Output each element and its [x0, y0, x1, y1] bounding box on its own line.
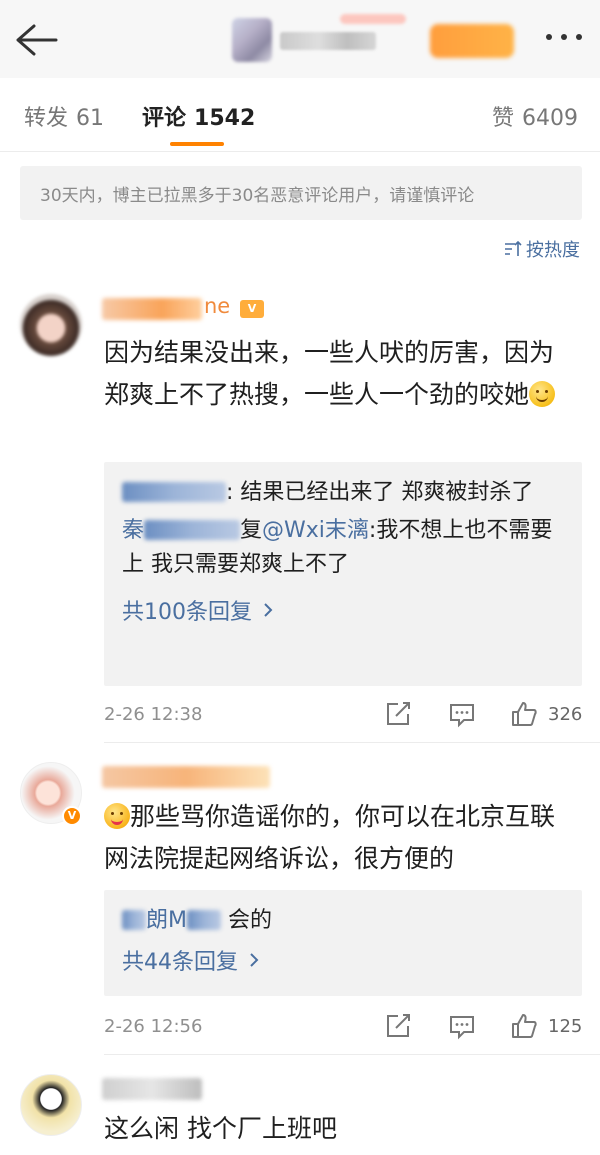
username-visible-part[interactable]: ne [204, 294, 230, 318]
comment-time: 2-26 12:38 [104, 704, 203, 725]
vip-badge: V [240, 300, 264, 318]
comment-text: 这么闲 找个厂上班吧 [104, 1108, 574, 1150]
reply-icon[interactable] [448, 1012, 476, 1040]
reply-text: 结果已经出来了 郑爽被封杀了 [240, 480, 534, 505]
comment-meta: 2-26 12:56 125 [104, 1012, 582, 1042]
tab-count: 1542 [194, 106, 256, 131]
reply-username-visible[interactable]: 朗M [146, 908, 187, 933]
comment-notice: 30天内，博主已拉黑多于30名恶意评论用户，请谨慎评论 [20, 166, 582, 220]
tab-label: 赞 [492, 106, 515, 131]
reply-mention-link[interactable]: @Wxi末漓 [262, 518, 369, 543]
reply-username[interactable] [122, 910, 146, 930]
reply-colon: : [226, 480, 234, 505]
sort-button[interactable]: 按热度 [503, 236, 580, 262]
repost-icon[interactable] [384, 1012, 412, 1040]
yum-emoji-icon [104, 803, 130, 829]
tab-count: 6409 [522, 106, 579, 131]
ellipsis-icon[interactable] [544, 34, 584, 44]
tab-likes[interactable]: 赞 6409 [492, 100, 578, 132]
active-tab-indicator [170, 142, 224, 146]
comment-meta: 2-26 12:38 326 [104, 700, 582, 730]
like-icon[interactable] [510, 1012, 538, 1040]
chevron-right-icon [264, 603, 273, 617]
reply-item[interactable]: 秦复@Wxi末漓:我不想上也不需要上 我只需要郑爽上不了 [122, 514, 564, 582]
like-count: 125 [548, 1016, 583, 1037]
reply-box[interactable]: 朗M 会的 共44条回复 [104, 890, 582, 996]
username[interactable] [102, 1078, 202, 1100]
arrow-left-icon[interactable] [14, 22, 58, 58]
more-replies-label: 共44条回复 [122, 950, 238, 975]
divider [104, 1054, 600, 1055]
username[interactable] [102, 766, 270, 788]
author-avatar[interactable] [232, 18, 272, 62]
repost-icon[interactable] [384, 700, 412, 728]
comment-text: 因为结果没出来，一些人吠的厉害，因为郑爽上不了热搜，一些人一个劲的咬她 [104, 332, 574, 416]
follow-button[interactable] [430, 24, 514, 58]
reply-username[interactable] [186, 910, 221, 930]
tab-comments[interactable]: 评论 1542 [142, 100, 255, 132]
avatar[interactable] [20, 294, 82, 356]
author-name[interactable] [280, 32, 376, 50]
reply-username[interactable] [122, 482, 226, 502]
sort-icon [505, 240, 522, 256]
username[interactable] [102, 298, 202, 320]
reply-text: 会的 [227, 908, 272, 933]
chevron-right-icon [250, 953, 259, 967]
tab-label: 评论 [142, 106, 187, 131]
reply-item[interactable]: : 结果已经出来了 郑爽被封杀了 [122, 476, 564, 510]
more-replies-label: 共100条回复 [122, 600, 252, 625]
tab-reposts[interactable]: 转发 61 [24, 100, 104, 132]
comment-body: 那些骂你造谣你的，你可以在北京互联网法院提起网络诉讼，很方便的 [104, 802, 556, 873]
more-replies-link[interactable]: 共44条回复 [122, 944, 564, 976]
reply-box[interactable]: : 结果已经出来了 郑爽被封杀了 秦复@Wxi末漓:我不想上也不需要上 我只需要… [104, 462, 582, 686]
tab-label: 转发 [24, 106, 69, 131]
like-count: 326 [548, 704, 583, 725]
reply-username-visible[interactable]: 秦 [122, 518, 144, 543]
reply-prefix: 复 [240, 518, 263, 543]
more-replies-link[interactable]: 共100条回复 [122, 594, 564, 626]
smile-emoji-icon [529, 381, 556, 407]
sort-label: 按热度 [526, 240, 580, 261]
tab-bar: 转发 61 评论 1542 赞 6409 [0, 78, 600, 152]
author-name-decoration [340, 14, 406, 24]
top-nav-bar [0, 0, 600, 78]
comment-text: 那些骂你造谣你的，你可以在北京互联网法院提起网络诉讼，很方便的 [104, 796, 574, 880]
like-icon[interactable] [510, 700, 538, 728]
comment-body: 因为结果没出来，一些人吠的厉害，因为郑爽上不了热搜，一些人一个劲的咬她 [104, 338, 555, 409]
comment-time: 2-26 12:56 [104, 1016, 203, 1037]
divider [104, 742, 600, 743]
reply-item[interactable]: 朗M 会的 [122, 904, 564, 938]
reply-username[interactable] [144, 520, 241, 540]
comment-body: 这么闲 找个厂上班吧 [104, 1114, 337, 1143]
reply-icon[interactable] [448, 700, 476, 728]
avatar[interactable] [20, 1074, 82, 1136]
verified-badge-icon: V [62, 806, 82, 826]
tab-count: 61 [76, 106, 105, 131]
